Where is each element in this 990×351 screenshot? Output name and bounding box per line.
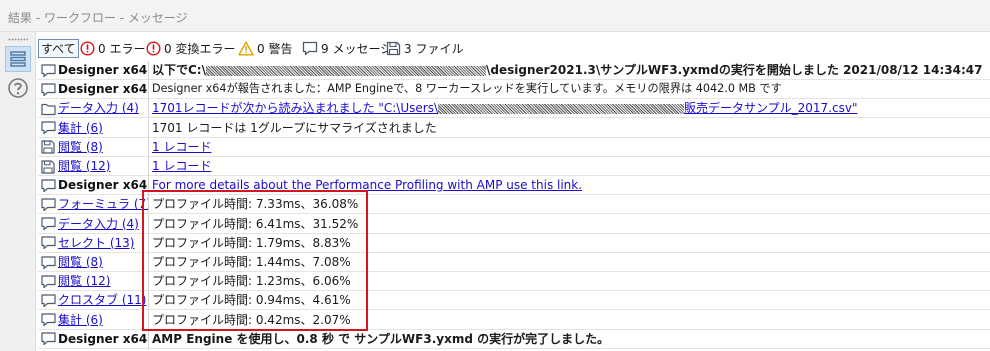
error-icon	[80, 41, 95, 56]
help-button[interactable]	[5, 75, 31, 101]
tool-link[interactable]: セレクト (13)	[58, 234, 148, 252]
list-view-button[interactable]	[5, 46, 31, 72]
message-text: 以下でC:\ \designer2021.3\サンプルWF3.yxmdの実行を開始…	[152, 61, 988, 79]
tool-link[interactable]: 集計 (6)	[58, 311, 148, 329]
save-icon	[40, 159, 56, 174]
message-icon	[302, 41, 318, 56]
message-icon	[40, 63, 56, 78]
filter-files-label: 3 ファイル	[404, 42, 464, 56]
message-row[interactable]: 集計 (6) 1701 レコードは 1グループにサマライズされました	[38, 118, 990, 138]
message-icon	[40, 197, 56, 212]
conversion-error-icon	[146, 41, 161, 56]
message-text-end: 販売データサンプル_2017.csv"	[684, 101, 858, 116]
message-icon	[40, 121, 56, 136]
tool-link[interactable]: 閲覧 (12)	[58, 272, 148, 290]
message-row[interactable]: Designer x64 以下でC:\ \designer2021.3\サンプルWF…	[38, 61, 990, 80]
message-row[interactable]: データ入力 (4) 1701レコードが次から読み込まれました "C:\Users\…	[38, 99, 990, 119]
tool-name: Designer x64	[58, 63, 148, 77]
message-icon	[40, 82, 56, 97]
file-icon	[386, 41, 401, 56]
message-text: AMP Engine を使用し、0.8 秒 で サンプルWF3.yxmd の実行…	[152, 331, 610, 346]
redacted-path	[438, 103, 684, 114]
window-title: 結果 - ワークフロー - メッセージ	[8, 11, 188, 25]
message-text-start: 以下でC:\	[152, 63, 206, 77]
help-icon	[8, 78, 28, 98]
filter-errors-button[interactable]: 0 エラー	[80, 39, 145, 58]
column-divider	[148, 137, 149, 157]
profiling-highlight-box	[142, 190, 368, 331]
column-divider	[148, 99, 149, 119]
tool-name: Designer x64	[58, 331, 148, 346]
filter-all-button[interactable]: すべて	[38, 39, 79, 58]
message-row[interactable]: Designer x64 Designer x64が報告されました：AMP Eng…	[38, 80, 990, 100]
message-icon	[40, 332, 56, 347]
message-filter-bar: すべて 0 エラー 0 変換エラー 0 警告 9 メッセージ 3 ファイル	[36, 38, 990, 58]
message-text: 1701 レコードは 1グループにサマライズされました	[152, 120, 437, 135]
tool-link[interactable]: 閲覧 (8)	[58, 253, 148, 271]
list-view-icon	[10, 51, 26, 67]
filter-errors-label: 0 エラー	[98, 42, 146, 56]
column-divider	[148, 118, 149, 138]
column-divider	[148, 61, 149, 80]
tool-link[interactable]: フォーミュラ (7)	[58, 195, 148, 213]
filter-files-button[interactable]: 3 ファイル	[386, 39, 463, 58]
column-divider	[148, 157, 149, 176]
message-row[interactable]: 閲覧 (8) 1 レコード	[38, 137, 990, 157]
tool-link[interactable]: クロスタブ (11)	[58, 291, 148, 309]
results-title-bar: 結果 - ワークフロー - メッセージ	[0, 0, 990, 32]
redacted-path	[206, 65, 486, 76]
tool-link[interactable]: 閲覧 (8)	[58, 138, 148, 156]
message-link[interactable]: 1701レコードが次から読み込まれました "C:\Users\ 販売データサンプル…	[152, 99, 988, 117]
message-link[interactable]: 1 レコード	[152, 157, 988, 175]
filter-messages-button[interactable]: 9 メッセージ	[302, 39, 392, 58]
filter-warnings-button[interactable]: 0 警告	[238, 39, 292, 58]
message-row[interactable]: 閲覧 (12) 1 レコード	[38, 157, 990, 176]
message-text: Designer x64が報告されました：AMP Engineで、8 ワーカース…	[152, 82, 782, 96]
folder-icon	[40, 101, 56, 116]
message-icon	[40, 313, 56, 328]
save-icon	[40, 140, 56, 155]
message-icon	[40, 217, 56, 232]
message-link[interactable]: 1 レコード	[152, 138, 988, 156]
drag-grip[interactable]	[8, 38, 28, 41]
filter-all-label: すべて	[41, 42, 76, 56]
message-icon	[40, 236, 56, 251]
tool-link[interactable]: 集計 (6)	[58, 119, 148, 137]
tool-link[interactable]: データ入力 (4)	[58, 99, 148, 117]
tool-link[interactable]: データ入力 (4)	[58, 215, 148, 233]
tool-link[interactable]: 閲覧 (12)	[58, 157, 148, 175]
filter-messages-label: 9 メッセージ	[321, 42, 393, 56]
results-side-toolbar	[0, 32, 36, 351]
message-row[interactable]: Designer x64 AMP Engine を使用し、0.8 秒 で サンプル…	[38, 329, 990, 349]
filter-conversion-errors-label: 0 変換エラー	[164, 42, 236, 56]
message-text-start: 1701レコードが次から読み込まれました "C:\Users\	[152, 101, 438, 116]
filter-conversion-errors-button[interactable]: 0 変換エラー	[146, 39, 235, 58]
column-divider	[148, 329, 149, 349]
message-icon	[40, 293, 56, 308]
column-divider	[148, 80, 149, 100]
message-icon	[40, 274, 56, 289]
message-icon	[40, 178, 56, 193]
filter-warnings-label: 0 警告	[257, 42, 293, 56]
tool-name: Designer x64	[58, 178, 148, 193]
message-icon	[40, 255, 56, 270]
tool-name: Designer x64	[58, 82, 148, 97]
warning-icon	[238, 41, 254, 56]
message-text-end: \designer2021.3\サンプルWF3.yxmdの実行を開始しました 2…	[486, 63, 983, 77]
